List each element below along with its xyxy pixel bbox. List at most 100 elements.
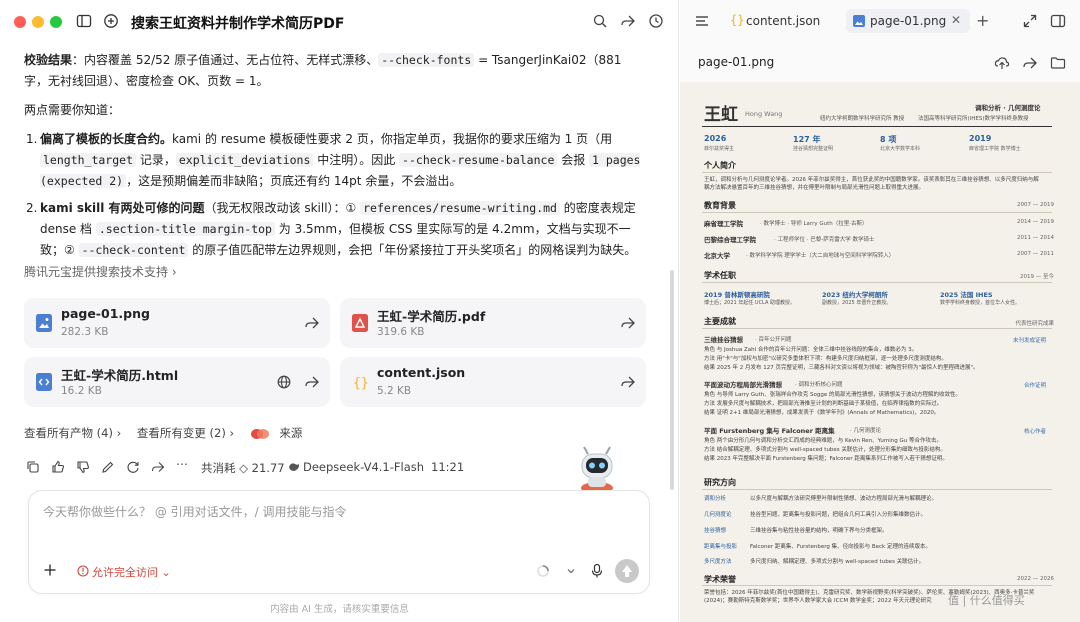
thumbs-down-icon[interactable] [76,460,90,474]
chat-scrollbar[interactable] [670,270,674,490]
forward-icon[interactable] [151,460,165,474]
share-icon[interactable] [1022,55,1038,71]
message-input[interactable]: 今天帮你做些什么？ @ 引用对话文件，/ 调用技能与指令 [43,503,347,520]
section-title: 教育背景 [704,201,736,210]
message-composer[interactable]: 今天帮你做些什么？ @ 引用对话文件，/ 调用技能与指令 允许完全访问 ⌄ [28,490,650,594]
share-icon[interactable] [620,374,636,390]
direction-key: 距离集与投影 [704,544,738,550]
divider [702,126,1052,127]
pdf-icon [352,314,368,332]
preview-pane: {} content.json page-01.png ✕ + page-01.… [680,0,1080,622]
direction-value: 三维挂谷集与粘性挂谷量的结构，明确下界与分类框架。 [750,528,888,534]
search-icon[interactable] [592,13,608,29]
achievement-line: 结果 证明 2+1 维局部光滑猜想，成果发表于《数学年刊》(Annals of … [704,410,940,416]
loading-spinner-icon [536,564,550,578]
new-chat-icon[interactable] [103,13,119,29]
item2-title: kami skill 有两处可修的问题 [40,201,205,215]
json-icon: {} [352,373,368,391]
achievement-tag: 未刊发成证明 [1012,338,1046,344]
permission-select[interactable]: 允许完全访问 ⌄ [92,564,171,580]
minimize-window-button[interactable] [32,16,44,28]
resume-field: 调和分析 · 几何测度论 [975,104,1041,112]
stat-label: 麻省理工学院 数学博士 [969,146,1021,152]
cost-label: 共消耗 ◇ 21.77 [201,461,285,475]
json-icon: {} [730,13,745,27]
achievement-tag: 核心作者 [1023,429,1046,435]
copy-icon[interactable] [26,460,40,474]
achievement-line: 方法 结合解耦定理、多项式分割与 well-spaced tubes 关联估计，… [704,447,946,453]
close-window-button[interactable] [14,16,26,28]
menu-icon[interactable] [694,13,710,29]
stat-label: 挂谷猜想完整证明 [793,146,834,152]
sidebar-toggle-icon[interactable] [76,13,92,29]
section-title: 个人简介 [704,161,736,170]
list-number: 2. [26,201,38,215]
source-link[interactable]: 来源 [279,426,302,440]
achievement-title: 平面 Furstenberg 集与 Falconer 距离集 [704,427,835,435]
globe-icon[interactable] [276,374,292,390]
stat-value: 2019 [969,134,992,143]
direction-key: 多尺度方法 [704,559,732,565]
file-card[interactable]: {} content.json 5.2 KB [340,357,646,407]
all-outputs-link[interactable]: 查看所有产物 (4) › [24,426,121,440]
share-icon[interactable] [620,13,636,29]
stat-label: 北京大学数学本科 [880,146,921,152]
share-icon[interactable] [304,315,320,331]
share-icon[interactable] [304,374,320,390]
model-logo-icon [288,461,302,475]
all-changes-link[interactable]: 查看所有变更 (2) › [137,426,234,440]
assistant-message: 校验结果：内容覆盖 52/52 原子值通过、无占位符、无样式漂移、 --check… [24,50,644,267]
more-icon[interactable]: ⋯ [176,457,190,471]
stat-label: 菲尔兹奖得主 [704,146,735,152]
edit-icon[interactable] [101,460,115,474]
folder-icon[interactable] [1050,55,1066,71]
file-card[interactable]: 王虹-学术简历.html 16.2 KB [24,357,330,407]
tab-content-json[interactable]: {} content.json [724,9,836,33]
item1-text: ，这是预期偏差而非缺陷；页底还有约 14pt 余量，不会溢出。 [126,174,462,188]
file-card[interactable]: 王虹-学术简历.pdf 319.6 KB [340,298,646,348]
position-detail: 副教授，2025 年晋升正教授。 [822,300,892,306]
file-name: 王虹-学术简历.pdf [377,309,486,324]
achievement-line: 方法 发展多尺度与解耦技术，把局部光滑推至计划的判断基础于某极值，在临界律指数的… [704,401,943,407]
achievement-line: 结果 2025 年 2 月发布 127 页完整证明，三藏各科对文资以将视为领域：… [704,365,979,371]
section-title: 学术荣誉 [704,575,736,584]
achievement-subtitle: · 百年公开问题 [755,337,792,343]
model-name: Deepseek-V4.1-Flash [303,460,425,474]
file-name: page-01.png [61,306,150,321]
history-icon[interactable] [648,13,664,29]
tab-page-01-png[interactable]: page-01.png ✕ [846,9,970,33]
upload-icon[interactable] [994,55,1010,71]
inline-code: length_target [40,153,137,167]
watermark: 值 | 什么值得买 [948,594,1025,607]
direction-key: 调和分析 [704,496,727,502]
new-tab-icon[interactable]: + [976,11,989,30]
edu-years: 2014 — 2019 [1017,219,1054,225]
resume-name: 王虹 [704,105,738,125]
thumbs-up-icon[interactable] [51,460,65,474]
item2-text: 的原子值匹配带左边界规则，会把「年份紧接拉丁开头奖项名」的网格误判为缺失。 [188,243,637,257]
item1-text: 中注明）。因此 [313,153,400,167]
position-detail: 博士后；2021 年起任 UCLA 助理教授。 [704,300,795,306]
resume-image: 王虹 Hong Wang 纽约大学柯朗数学科学研究所 教授 法国高等科学研究所(… [680,82,1080,622]
ai-disclaimer: 内容由 AI 生成，请核实重要信息 [270,604,409,615]
file-card[interactable]: page-01.png 282.3 KB [24,298,330,348]
microphone-icon[interactable] [590,563,604,579]
search-source-link[interactable]: 腾讯元宝提供搜索技术支持 › [24,263,177,280]
send-button[interactable] [615,559,639,583]
panel-toggle-icon[interactable] [1050,13,1066,29]
stat-value: 127 年 [793,135,821,144]
maximize-window-button[interactable] [50,16,62,28]
section-date: 2022 — 2026 [1017,576,1054,582]
divider [702,585,1052,586]
resume-name-en: Hong Wang [745,110,783,118]
direction-value: Falconer 距离集、Furstenberg 集、径向投影与 Beck 定理… [750,544,931,550]
add-attachment-icon[interactable] [43,563,57,577]
expand-icon[interactable] [1022,13,1038,29]
direction-value: 多尺度归纳、解耦定理、多项式分割与 well-spaced tubes 关联估计… [750,559,925,565]
conversation-title: 搜索王虹资料并制作学术简历PDF [131,16,345,32]
chevron-down-icon[interactable] [566,564,576,578]
regenerate-icon[interactable] [126,460,140,474]
inline-code: references/resume-writing.md [360,201,560,215]
share-icon[interactable] [620,315,636,331]
close-tab-icon[interactable]: ✕ [951,13,961,27]
